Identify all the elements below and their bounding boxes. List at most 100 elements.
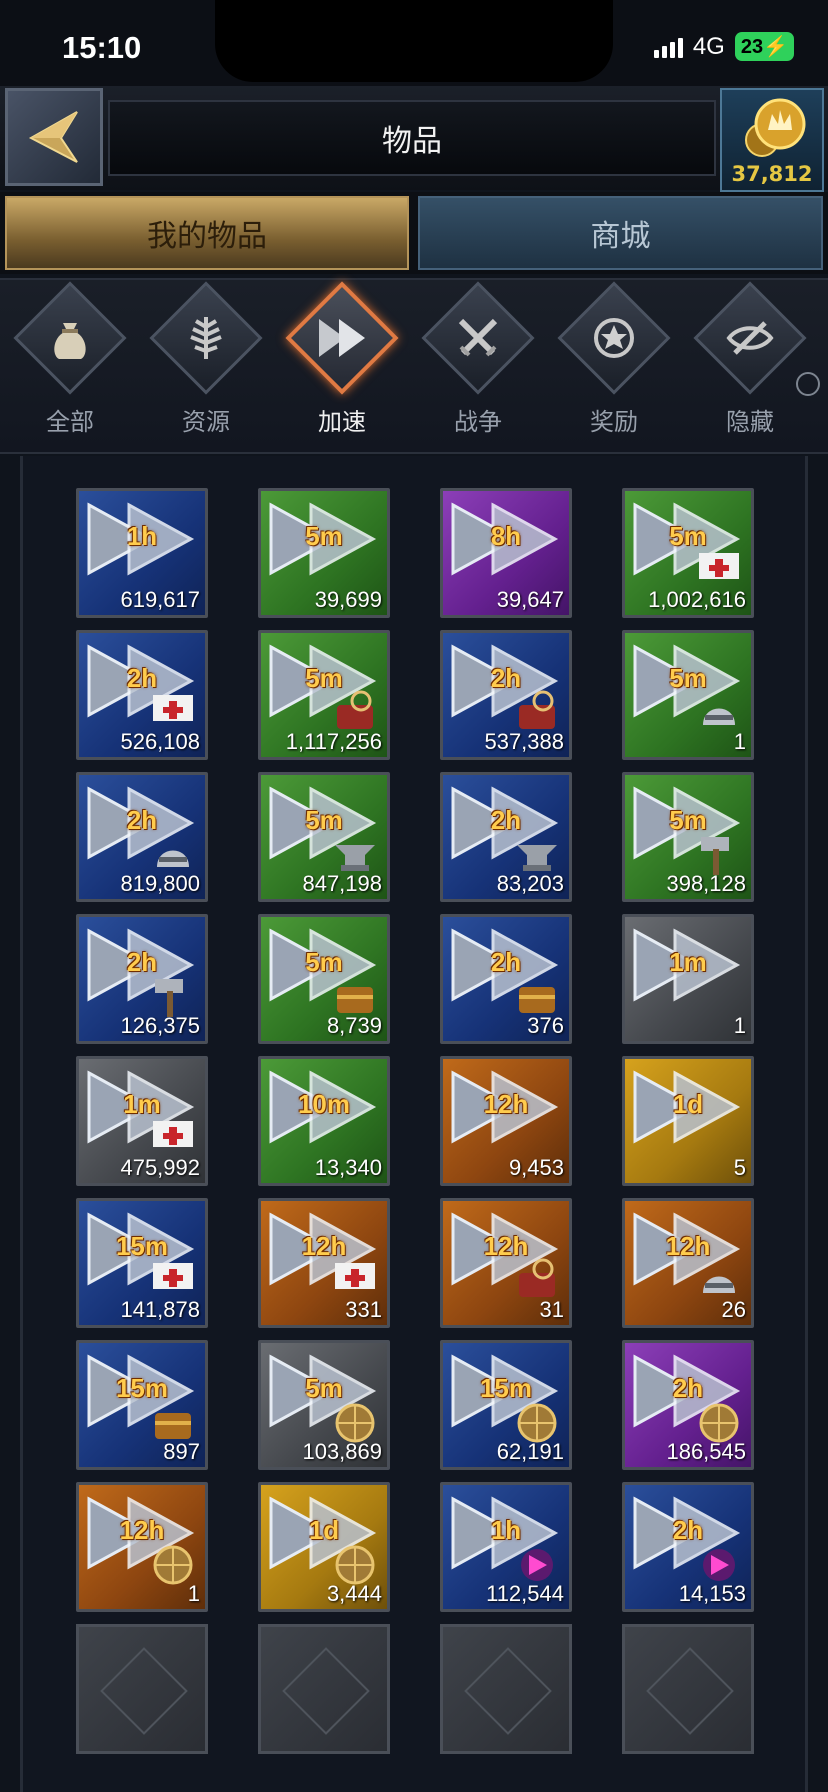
speedup-icon [319,319,365,357]
item-quantity: 83,203 [496,871,564,896]
speedup-item[interactable]: 2h 537,388 [440,630,572,760]
item-duration: 2h [490,947,522,977]
speedup-item[interactable]: 2h 186,545 [622,1340,754,1470]
bag-icon [54,323,86,359]
speedup-item[interactable]: 1h 619,617 [76,488,208,618]
item-duration: 12h [119,1515,165,1545]
speedup-item[interactable]: 10m 13,340 [258,1056,390,1186]
item-quantity: 331 [345,1297,382,1322]
item-quantity: 475,992 [120,1155,200,1180]
item-duration: 5m [305,947,343,977]
empty-slot [76,1624,208,1754]
category-war[interactable]: 战争 [421,281,535,437]
empty-slot [622,1624,754,1754]
item-duration: 2h [126,947,158,977]
item-quantity: 3,444 [326,1581,382,1606]
speedup-item[interactable]: 5m 847,198 [258,772,390,902]
category-speedup-frame [285,281,399,395]
speedup-item[interactable]: 12h 1 [76,1482,208,1612]
item-quantity: 112,544 [486,1581,564,1606]
category-rewards-label: 奖励 [590,408,638,436]
speedup-item[interactable]: 5m 8,739 [258,914,390,1044]
speedup-item[interactable]: 15m 141,878 [76,1198,208,1328]
speedup-item[interactable]: 1m 475,992 [76,1056,208,1186]
speedup-item[interactable]: 2h 526,108 [76,630,208,760]
speedup-item[interactable]: 5m 398,128 [622,772,754,902]
category-rewards-frame [557,281,671,395]
speedup-item[interactable]: 5m 1,117,256 [258,630,390,760]
coin-balance-button[interactable]: 37,812 [720,88,824,192]
speedup-item[interactable]: 15m 62,191 [440,1340,572,1470]
item-quantity: 1 [187,1581,200,1606]
status-right: 4G 23⚡ [653,32,794,61]
status-bar: 15:10 4G 23⚡ [0,0,828,90]
speedup-item[interactable]: 1m 1 [622,914,754,1044]
item-duration: 10m [297,1089,351,1119]
refresh-icon[interactable] [796,372,820,396]
speedup-item[interactable]: 8h 39,647 [440,488,572,618]
item-duration: 15m [115,1373,169,1403]
item-quantity: 26 [721,1297,746,1322]
item-duration: 5m [669,663,707,693]
title-bar: 物品 [108,100,716,176]
item-quantity: 62,191 [496,1439,564,1464]
speedup-item[interactable]: 15m 897 [76,1340,208,1470]
item-duration: 1h [490,1515,522,1545]
speedup-item[interactable]: 2h 126,375 [76,914,208,1044]
category-rewards[interactable]: 奖励 [557,281,671,437]
speedup-item[interactable]: 12h 9,453 [440,1056,572,1186]
category-all[interactable]: 全部 [13,281,127,437]
crossed-swords-icon [458,318,498,357]
speedup-item[interactable]: 1h 112,544 [440,1482,572,1612]
item-duration: 12h [665,1231,711,1261]
item-quantity: 398,128 [666,871,746,896]
speedup-item[interactable]: 12h 26 [622,1198,754,1328]
signal-icon [653,36,683,58]
speedup-item[interactable]: 5m 1,002,616 [622,488,754,618]
category-resources[interactable]: 资源 [149,281,263,437]
item-duration: 5m [669,521,707,551]
category-hidden-label: 隐藏 [726,408,774,436]
category-speedup[interactable]: 加速 [285,281,399,437]
speedup-item[interactable]: 5m 103,869 [258,1340,390,1470]
speedup-item[interactable]: 1d 5 [622,1056,754,1186]
speedup-item[interactable]: 2h 819,800 [76,772,208,902]
category-all-frame [13,281,127,395]
category-resources-label: 资源 [182,408,230,436]
item-duration: 2h [490,663,522,693]
speedup-item[interactable]: 1d 3,444 [258,1482,390,1612]
status-time: 15:10 [62,30,142,65]
item-quantity: 141,878 [120,1297,200,1322]
tab-shop[interactable]: 商城 [418,196,823,270]
notch [215,0,613,82]
category-hidden[interactable]: 隐藏 [693,281,807,437]
speedup-item[interactable]: 2h 14,153 [622,1482,754,1612]
item-quantity: 39,647 [496,587,564,612]
item-quantity: 376 [527,1013,564,1038]
item-duration: 5m [305,521,343,551]
speedup-item[interactable]: 12h 331 [258,1198,390,1328]
category-war-frame [421,281,535,395]
item-quantity: 39,699 [314,587,382,612]
speedup-item[interactable]: 12h 31 [440,1198,572,1328]
item-quantity: 819,800 [120,871,200,896]
speedup-item[interactable]: 2h 376 [440,914,572,1044]
hidden-eye-icon [726,321,774,355]
battery-level: 23 [740,36,764,58]
speedup-item[interactable]: 5m 1 [622,630,754,760]
speedup-item[interactable]: 5m 39,699 [258,488,390,618]
item-duration: 12h [301,1231,347,1261]
tab-my-items[interactable]: 我的物品 [5,196,409,270]
tab-my-items-label: 我的物品 [147,219,267,254]
item-quantity: 847,198 [302,871,382,896]
item-duration: 2h [126,663,158,693]
item-quantity: 103,869 [302,1439,382,1464]
item-quantity: 14,153 [678,1581,746,1606]
item-duration: 5m [305,1373,343,1403]
item-quantity: 5 [733,1155,746,1180]
back-button[interactable] [5,88,103,186]
speedup-item[interactable]: 2h 83,203 [440,772,572,902]
battery-icon: 23⚡ [734,32,794,61]
item-duration: 5m [669,805,707,835]
category-speedup-label: 加速 [318,408,366,436]
